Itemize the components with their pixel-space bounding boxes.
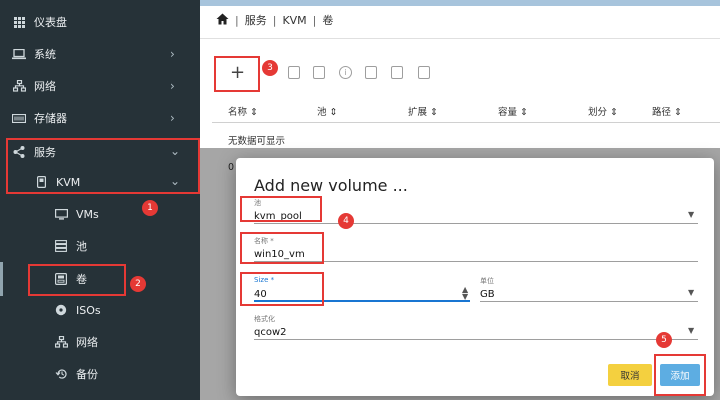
disc-icon: [54, 303, 68, 317]
step-badge: 3: [262, 60, 278, 76]
network-icon: [12, 79, 26, 93]
chevron-right-icon: ›: [170, 47, 175, 61]
info-icon[interactable]: i: [339, 66, 352, 79]
breadcrumb-item: 卷: [322, 14, 334, 27]
sidebar-item-label: 网络: [34, 80, 56, 93]
step-badge: 2: [130, 276, 146, 292]
sidebar-item-isos[interactable]: ISOs: [0, 294, 200, 326]
breadcrumb: | 服务 | KVM | 卷: [216, 10, 333, 30]
highlight-box: [240, 232, 324, 264]
edit-icon[interactable]: [365, 66, 377, 79]
column-header-pool[interactable]: 池 ⇕: [317, 104, 337, 118]
field-label: 单位: [480, 277, 494, 285]
divider: [200, 38, 720, 39]
sidebar-item-label: 存储器: [34, 112, 67, 125]
grid-icon: [12, 15, 26, 29]
empty-table-text: 无数据可显示: [228, 136, 286, 147]
table-header: 名称 ⇕ 池 ⇕ 扩展 ⇕ 容量 ⇕ 划分 ⇕ 路径 ⇕: [212, 100, 720, 120]
sidebar-item-kvm-network[interactable]: 网络: [0, 326, 200, 358]
breadcrumb-item[interactable]: 服务: [245, 12, 267, 28]
home-icon[interactable]: [216, 13, 229, 28]
highlight-box: [240, 196, 322, 222]
number-spinner-icon[interactable]: ▲ ▼: [462, 286, 468, 301]
format-select[interactable]: 格式化 qcow2 ▼: [254, 314, 698, 340]
highlight-box: [6, 138, 200, 194]
field-underline: [254, 223, 698, 224]
column-header-capacity[interactable]: 容量 ⇕: [498, 104, 528, 118]
cancel-button[interactable]: 取消: [608, 364, 652, 386]
history-icon: [54, 367, 68, 381]
breadcrumb-separator: |: [272, 13, 277, 27]
edit-alt-icon[interactable]: [391, 66, 403, 79]
field-underline: [254, 339, 698, 340]
column-header-path[interactable]: 路径 ⇕: [652, 104, 682, 118]
step-badge: 4: [338, 213, 354, 229]
sidebar-item-backup[interactable]: 备份: [0, 358, 200, 390]
field-value: qcow2: [254, 327, 287, 338]
network-icon: [54, 335, 68, 349]
field-underline: [480, 301, 698, 302]
step-badge: 5: [656, 332, 672, 348]
server-icon: [54, 239, 68, 253]
breadcrumb-separator: |: [312, 13, 317, 27]
sidebar-item-storage[interactable]: 存储器 ›: [0, 102, 200, 134]
sidebar-item-label: 系统: [34, 48, 56, 61]
highlight-box: [28, 264, 126, 296]
unit-select[interactable]: 单位 GB ▼: [480, 276, 698, 302]
save-icon[interactable]: [313, 66, 325, 79]
breadcrumb-item[interactable]: KVM: [282, 14, 306, 27]
monitor-icon: [54, 207, 68, 221]
step-badge: 1: [142, 200, 158, 216]
column-header-extent[interactable]: 扩展 ⇕: [408, 104, 438, 118]
sidebar-item-label: 备份: [76, 368, 98, 381]
top-bar: [200, 0, 720, 6]
highlight-box: [654, 354, 706, 396]
sidebar-item-label: VMs: [76, 207, 99, 221]
sidebar-item-system[interactable]: 系统 ›: [0, 38, 200, 70]
laptop-icon: [12, 47, 26, 61]
column-header-name[interactable]: 名称 ⇕: [228, 104, 258, 118]
sidebar-item-label: 仪表盘: [34, 16, 67, 29]
sidebar-item-label: 网络: [76, 336, 98, 349]
chevron-right-icon: ›: [170, 79, 175, 93]
delete-icon[interactable]: [288, 66, 300, 79]
column-header-allocation[interactable]: 划分 ⇕: [588, 104, 618, 118]
file-icon[interactable]: [418, 66, 430, 79]
breadcrumb-separator: |: [235, 13, 239, 27]
divider: [212, 122, 720, 123]
sidebar-item-dashboard[interactable]: 仪表盘: [0, 6, 200, 38]
sidebar-item-pools[interactable]: 池: [0, 230, 200, 262]
caret-down-icon: ▼: [688, 326, 695, 335]
chevron-right-icon: ›: [170, 111, 175, 125]
field-label: 格式化: [254, 315, 275, 323]
highlight-box: [214, 56, 260, 92]
highlight-box: [240, 272, 324, 306]
storage-icon: [12, 111, 26, 125]
sidebar-item-network[interactable]: 网络 ›: [0, 70, 200, 102]
sidebar: 仪表盘 系统 › 网络 › 存储器 › 服务 ⌄ KVM ⌄ VMs 池 卷 I…: [0, 0, 200, 400]
dialog-title: Add new volume ...: [254, 176, 408, 195]
sidebar-item-vms[interactable]: VMs: [0, 198, 200, 230]
field-value: GB: [480, 289, 495, 300]
sidebar-item-label: 池: [76, 240, 87, 253]
caret-down-icon: ▼: [688, 210, 695, 219]
sidebar-item-label: ISOs: [76, 303, 101, 317]
caret-down-icon: ▼: [688, 288, 695, 297]
